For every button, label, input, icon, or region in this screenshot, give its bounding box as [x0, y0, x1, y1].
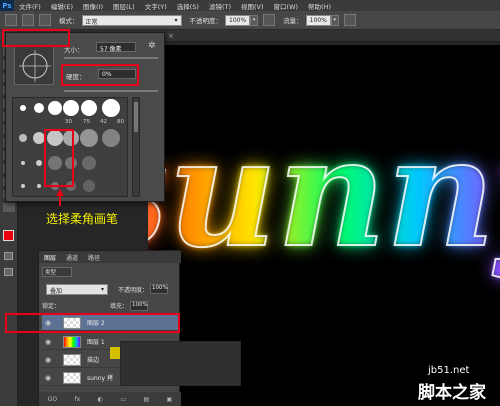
tab-layers[interactable]: 图层 [39, 253, 61, 262]
watermark-url: jb51.net [428, 365, 470, 376]
mode-value: 正常 [85, 18, 98, 26]
layer-filter-row: 类型 [42, 266, 178, 277]
screen-mode-icon[interactable] [4, 268, 13, 276]
layer-style-icon[interactable]: fx [75, 396, 81, 403]
layer-kind-select[interactable]: 类型 [42, 266, 72, 277]
stroke-layer: sunny [148, 105, 500, 281]
link-layers-icon[interactable]: GO [48, 396, 57, 403]
layer-opacity-input[interactable]: 100% [150, 284, 169, 294]
new-layer-icon[interactable]: ▣ [167, 396, 173, 403]
new-group-icon[interactable]: ▤ [143, 396, 149, 403]
watermark-site-name: 脚本之家 [418, 383, 486, 403]
blend-mode-highlight [2, 29, 70, 47]
preset-size-30: 30 [65, 119, 72, 125]
tab-channels[interactable]: 通道 [61, 253, 83, 262]
opacity-label: 不透明度： [189, 17, 223, 25]
lock-label: 锁定： [42, 303, 61, 310]
hardness-slider[interactable] [64, 90, 158, 92]
foreground-color-swatch[interactable] [3, 230, 14, 241]
brush-preset-picker-icon[interactable] [22, 14, 34, 26]
flow-field[interactable]: 100% [305, 14, 331, 26]
brush-grid-scrollbar[interactable] [132, 97, 140, 197]
preset-size-42: 42 [100, 119, 107, 125]
blend-mode-value: 叠加 [50, 287, 63, 295]
layer-name: 描边 [87, 357, 100, 364]
size-slider[interactable] [64, 57, 158, 59]
chevron-down-icon: ▾ [100, 285, 104, 293]
layer-thumbnail [63, 371, 81, 384]
menu-file[interactable]: 文件(F) [14, 1, 46, 11]
layers-panel-tabs: 图层 通道 路径 [39, 251, 181, 263]
floating-panel [120, 341, 241, 386]
mode-select[interactable]: 正常 ▾ [81, 14, 182, 26]
fill-input[interactable]: 100% [130, 300, 149, 311]
mode-label: 模式： [59, 17, 79, 25]
airbrush-icon[interactable] [343, 14, 356, 26]
layer-mask-icon[interactable]: ▭ [120, 396, 126, 403]
lock-row: 锁定： 填充： 100% [42, 300, 178, 311]
tab-paths[interactable]: 路径 [83, 253, 105, 262]
options-bar: 模式： 正常 ▾ 不透明度： 100% ▾ 流量： 100% ▾ [0, 11, 500, 30]
pressure-opacity-icon[interactable] [263, 14, 276, 26]
menu-window[interactable]: 窗口(W) [269, 1, 304, 11]
chevron-down-icon: ▾ [174, 16, 178, 24]
layer-thumbnail [63, 353, 81, 366]
menu-view[interactable]: 视图(V) [236, 1, 269, 11]
opacity-field[interactable]: 100% [225, 14, 251, 26]
close-icon[interactable]: × [168, 32, 174, 40]
soft-brush-highlight [44, 129, 74, 187]
adjustment-layer-icon[interactable]: ◐ [98, 396, 103, 403]
photoshop-logo: Ps [0, 0, 14, 11]
menu-bar: Ps 文件(F) 编辑(E) 图像(I) 图层(L) 文字(Y) 选择(S) 滤… [0, 0, 500, 11]
preset-size-75: 75 [83, 119, 90, 125]
dodge-tool-icon[interactable] [3, 203, 15, 212]
flow-dropdown-icon[interactable]: ▾ [330, 14, 339, 26]
menu-edit[interactable]: 编辑(E) [46, 1, 78, 11]
toggle-brush-panel-icon[interactable] [39, 14, 51, 26]
eye-icon[interactable]: ◉ [45, 356, 55, 364]
menu-select[interactable]: 选择(S) [172, 1, 204, 11]
opacity-dropdown-icon[interactable]: ▾ [250, 14, 259, 26]
hardness-input[interactable]: 0% [98, 69, 136, 79]
size-input[interactable]: 57 像素 [96, 42, 136, 53]
eye-icon[interactable]: ◉ [45, 338, 55, 346]
blend-mode-select[interactable]: 叠加 ▾ [46, 283, 108, 295]
selected-layer-highlight [5, 313, 180, 333]
layers-footer: GO fx ◐ ▭ ▤ ▣ [39, 392, 181, 406]
brush-tool-icon[interactable] [5, 14, 17, 26]
preset-size-80: 80 [117, 119, 124, 125]
menu-layer[interactable]: 图层(L) [108, 1, 140, 11]
layer-thumbnail [63, 335, 81, 348]
eye-icon[interactable]: ◉ [45, 374, 55, 382]
hardness-label: 硬度： [66, 73, 86, 81]
gear-icon[interactable]: ✲ [148, 41, 158, 51]
quick-mask-icon[interactable] [4, 252, 13, 260]
brush-preset-picker: 大小： 57 像素 ✲ 硬度： 0% 30 75 42 80 选择柔角画笔 [5, 32, 165, 226]
layer-opacity-label: 不透明度： [118, 286, 149, 294]
menu-type[interactable]: 文字(Y) [140, 1, 172, 11]
blend-row: 叠加 ▾ 不透明度： 100% [42, 282, 178, 296]
arrow-up-icon [56, 189, 64, 206]
scrollbar-thumb[interactable] [134, 102, 138, 132]
fx-badge-icon [110, 347, 120, 359]
brush-angle-preview[interactable] [14, 45, 54, 85]
layer-name: 图层 1 [87, 339, 105, 346]
menu-help[interactable]: 帮助(H) [303, 1, 336, 11]
annotation-select-soft-brush: 选择柔角画笔 [46, 212, 119, 226]
menu-filter[interactable]: 滤镜(T) [204, 1, 236, 11]
flow-label: 流量： [283, 17, 303, 25]
layer-name: sunny 拷 [87, 375, 113, 382]
fill-label: 填充： [110, 303, 129, 310]
menu-image[interactable]: 图像(I) [78, 1, 108, 11]
